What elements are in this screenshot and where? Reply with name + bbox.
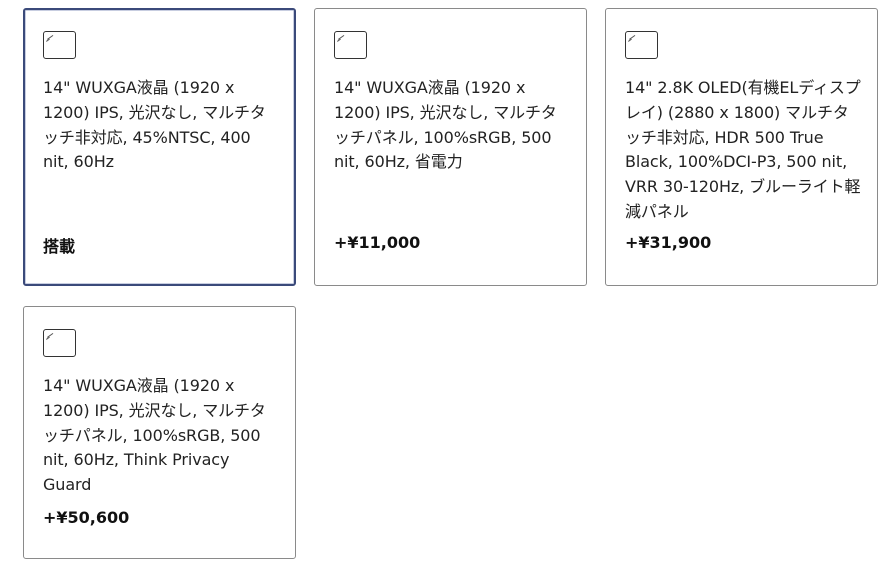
display-option-card[interactable]: 14" WUXGA液晶 (1920 x 1200) IPS, 光沢なし, マルチ…	[23, 8, 296, 286]
option-description: 14" WUXGA液晶 (1920 x 1200) IPS, 光沢なし, マルチ…	[334, 78, 557, 172]
option-price: +¥11,000	[334, 233, 421, 252]
display-option-card[interactable]: 14" WUXGA液晶 (1920 x 1200) IPS, 光沢なし, マルチ…	[314, 8, 587, 286]
display-option-card[interactable]: 14" 2.8K OLED(有機ELディスプレイ) (2880 x 1800) …	[605, 8, 878, 286]
option-description: 14" 2.8K OLED(有機ELディスプレイ) (2880 x 1800) …	[625, 78, 861, 221]
display-icon	[43, 329, 76, 357]
option-price: 搭載	[43, 237, 76, 256]
display-option-card[interactable]: 14" WUXGA液晶 (1920 x 1200) IPS, 光沢なし, マルチ…	[23, 306, 296, 559]
display-icon	[43, 31, 76, 59]
display-icon	[334, 31, 367, 59]
display-icon	[625, 31, 658, 59]
option-price: +¥50,600	[43, 508, 130, 527]
option-description: 14" WUXGA液晶 (1920 x 1200) IPS, 光沢なし, マルチ…	[43, 376, 266, 495]
option-description: 14" WUXGA液晶 (1920 x 1200) IPS, 光沢なし, マルチ…	[43, 78, 266, 172]
option-price: +¥31,900	[625, 233, 712, 252]
